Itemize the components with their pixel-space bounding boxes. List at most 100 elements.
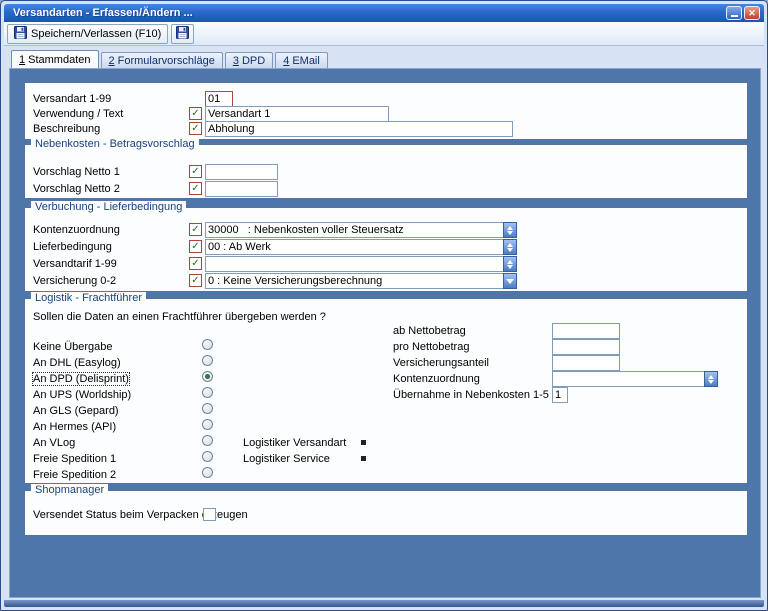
vorschlag-netto1-label: Vorschlag Netto 1	[33, 166, 120, 178]
radio-row: An GLS (Gepard)	[25, 403, 747, 419]
group-nebenkosten: Nebenkosten - Betragsvorschlag Vorschlag…	[24, 144, 748, 199]
dropdown-button[interactable]	[503, 273, 517, 289]
tab-formularvorschlaege[interactable]: 2Formularvorschläge	[101, 52, 223, 68]
group-title: Logistik - Frachtführer	[31, 292, 146, 304]
field-check-button[interactable]: ✓	[189, 223, 202, 236]
verwendung-label: Verwendung / Text	[33, 108, 123, 120]
versandart-nr-input[interactable]	[205, 91, 233, 107]
minimize-icon	[731, 15, 738, 17]
save-disk-icon	[14, 26, 27, 42]
pro-nettobetrag-input[interactable]	[552, 339, 620, 355]
save-exit-button[interactable]: Speichern/Verlassen (F10)	[7, 24, 168, 44]
value-indicator-square	[361, 456, 366, 461]
toolbar: Speichern/Verlassen (F10)	[4, 22, 764, 46]
uebernahme-nebenkosten-input[interactable]	[552, 387, 568, 403]
minimize-button[interactable]	[726, 6, 742, 20]
form-row: Versandtarif 1-99 ✓	[25, 256, 747, 272]
beschreibung-label: Beschreibung	[33, 123, 100, 135]
ab-nettobetrag-label: ab Nettobetrag	[393, 325, 466, 337]
versandtarif-input[interactable]	[205, 256, 503, 272]
spinner-button[interactable]	[503, 239, 517, 255]
spinner-button[interactable]	[503, 222, 517, 238]
form-row: Kontenzuordnung	[25, 371, 747, 387]
tab-email[interactable]: 4EMail	[275, 52, 328, 68]
versicherungsanteil-label: Versicherungsanteil	[393, 357, 489, 369]
form-row: Vorschlag Netto 2 ✓	[25, 181, 747, 197]
radio-gls-gepard[interactable]	[202, 403, 213, 414]
field-check-button[interactable]: ✓	[189, 257, 202, 270]
form-row: Kontenzuordnung ✓	[25, 222, 747, 238]
group-logistik: Logistik - Frachtführer Sollen die Daten…	[24, 298, 748, 484]
up-arrow-icon	[507, 226, 513, 230]
form-row: pro Nettobetrag	[25, 339, 747, 355]
uebernahme-nebenkosten-label: Übernahme in Nebenkosten 1-5	[393, 389, 549, 401]
vorschlag-netto1-input[interactable]	[205, 164, 278, 180]
pro-nettobetrag-label: pro Nettobetrag	[393, 341, 469, 353]
versicherung-label: Versicherung 0-2	[33, 275, 116, 287]
kontenzuordnung-label: Kontenzuordnung	[33, 224, 120, 236]
field-check-button[interactable]: ✓	[189, 240, 202, 253]
content-panel: Versandart 1-99 Verwendung / Text ✓ Besc…	[9, 68, 761, 598]
form-row: ab Nettobetrag	[25, 323, 747, 339]
tab-strip: 1Stammdaten 2Formularvorschläge 3DPD 4EM…	[11, 50, 328, 68]
down-arrow-icon	[507, 248, 513, 252]
vorschlag-netto2-input[interactable]	[205, 181, 278, 197]
versendet-status-checkbox[interactable]	[203, 508, 216, 521]
versicherung-combo	[205, 273, 517, 289]
tab-dpd[interactable]: 3DPD	[225, 52, 273, 68]
field-check-button[interactable]: ✓	[189, 165, 202, 178]
frachtfuehrer-question: Sollen die Daten an einen Frachtführer ü…	[33, 311, 326, 323]
window-bottom-edge	[4, 600, 764, 607]
group-title: Nebenkosten - Betragsvorschlag	[31, 138, 199, 150]
vorschlag-netto2-label: Vorschlag Netto 2	[33, 183, 120, 195]
logistiker-versandart-label: Logistiker Versandart	[243, 437, 346, 449]
versandart-nr-label: Versandart 1-99	[33, 93, 111, 105]
close-button[interactable]: ✕	[744, 6, 760, 20]
kontenzuordnung-input[interactable]	[205, 222, 503, 238]
up-arrow-icon	[507, 243, 513, 247]
logistik-kontenzuordnung-combo	[552, 371, 718, 387]
lieferbedingung-combo	[205, 239, 517, 255]
logistik-kontenzuordnung-input[interactable]	[552, 371, 704, 387]
radio-label: An GLS (Gepard)	[33, 405, 119, 417]
form-row: Versandart 1-99	[25, 91, 747, 107]
logistiker-versandart-row: Logistiker Versandart	[25, 435, 747, 451]
tab-stammdaten[interactable]: 1Stammdaten	[11, 50, 99, 68]
radio-hermes-api[interactable]	[202, 419, 213, 430]
spinner-button[interactable]	[704, 371, 718, 387]
ab-nettobetrag-input[interactable]	[552, 323, 620, 339]
form-row: Versicherungsanteil	[25, 355, 747, 371]
verwendung-input[interactable]	[205, 106, 389, 122]
logistiker-service-row: Logistiker Service	[25, 451, 747, 467]
down-arrow-icon	[708, 380, 714, 384]
group-shopmanager: Shopmanager Versendet Status beim Verpac…	[24, 490, 748, 536]
group-title: Verbuchung - Lieferbedingung	[31, 201, 186, 213]
logistiker-service-label: Logistiker Service	[243, 453, 330, 465]
field-check-button[interactable]: ✓	[189, 274, 202, 287]
beschreibung-input[interactable]	[205, 121, 513, 137]
lieferbedingung-input[interactable]	[205, 239, 503, 255]
save-button[interactable]	[171, 24, 194, 44]
radio-label: Freie Spedition 2	[33, 469, 116, 481]
radio-freie-spedition-2[interactable]	[202, 467, 213, 478]
group-stammdaten: Versandart 1-99 Verwendung / Text ✓ Besc…	[24, 82, 748, 140]
versicherung-input[interactable]	[205, 273, 503, 289]
value-indicator-square	[361, 440, 366, 445]
field-check-button[interactable]: ✓	[189, 107, 202, 120]
up-arrow-icon	[708, 375, 714, 379]
radio-label: An Hermes (API)	[33, 421, 116, 433]
save-disk-icon	[176, 26, 189, 42]
form-row: Beschreibung ✓	[25, 121, 747, 137]
field-check-button[interactable]: ✓	[189, 122, 202, 135]
versicherungsanteil-input[interactable]	[552, 355, 620, 371]
spinner-button[interactable]	[503, 256, 517, 272]
form-row: Verwendung / Text ✓	[25, 106, 747, 122]
app-window: Versandarten - Erfassen/Ändern ... ✕ Spe…	[0, 0, 768, 611]
versandtarif-combo	[205, 256, 517, 272]
window-title: Versandarten - Erfassen/Ändern ...	[13, 7, 193, 19]
field-check-button[interactable]: ✓	[189, 182, 202, 195]
form-row: Übernahme in Nebenkosten 1-5	[25, 387, 747, 403]
save-exit-label: Speichern/Verlassen (F10)	[31, 28, 161, 40]
down-arrow-icon	[506, 279, 514, 284]
radio-row: An Hermes (API)	[25, 419, 747, 435]
